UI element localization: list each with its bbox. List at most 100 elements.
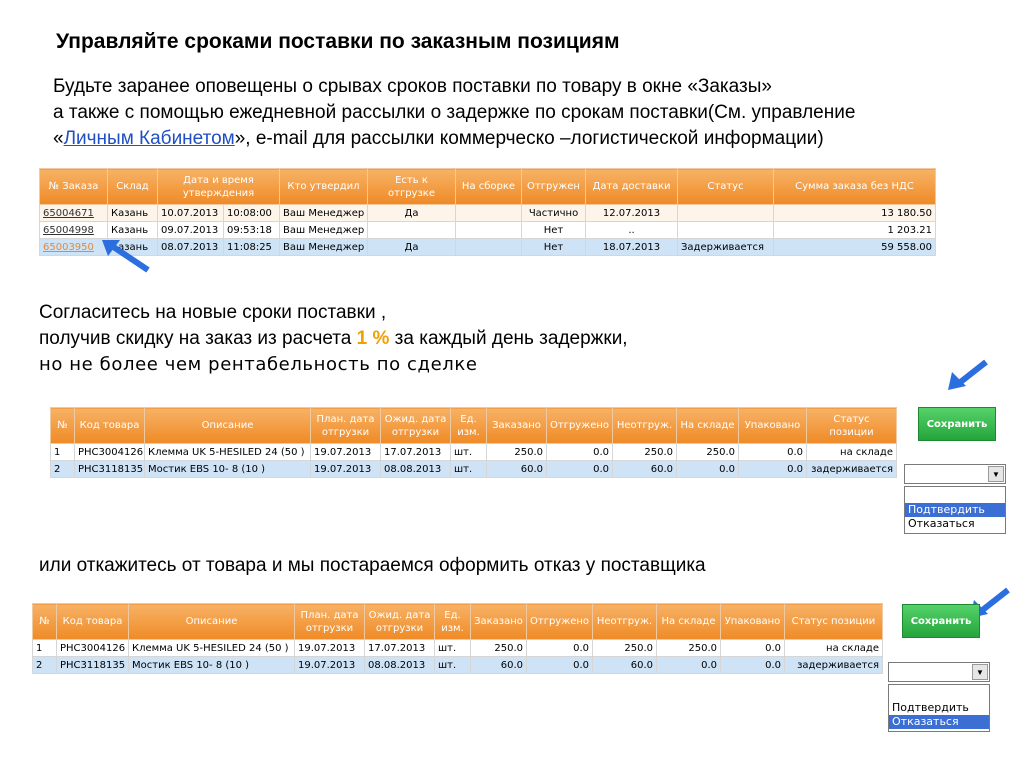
cell-ordered: 250.0 [486,443,547,461]
save-button[interactable]: Сохранить [918,407,996,441]
col-shipped[interactable]: Отгружен [521,168,586,205]
col-expected[interactable]: Ожид. дата отгрузки [380,407,451,444]
table-row-selected[interactable]: 65003950 Казань 08.07.2013 11:08:25 Ваш … [39,238,936,256]
status-options-list: Подтвердить Отказаться [888,684,990,732]
order-link[interactable]: 65004998 [43,225,94,236]
cell-n: 1 [32,639,57,657]
intro-line-1: Будьте заранее оповещены о срывах сроков… [53,76,772,97]
col-delivery-date[interactable]: Дата доставки [585,168,678,205]
col-n[interactable]: № [32,603,57,640]
cell-delivery: .. [585,221,678,239]
col-unit[interactable]: Ед. изм. [450,407,487,444]
cell-desc: Мостик EBS 10- 8 (10 ) [128,656,295,674]
cell-code: PHC3118135 [74,460,145,478]
col-n[interactable]: № [50,407,75,444]
cell-assembly [455,238,522,256]
col-plan[interactable]: План. дата отгрузки [294,603,365,640]
agree-line-3: но не более чем рентабельность по сделке [39,354,478,375]
cell-status: Задерживается [677,238,774,256]
col-notshipped[interactable]: Неотгруж. [592,603,657,640]
table-row-selected[interactable]: 2 PHC3118135 Мостик EBS 10- 8 (10 ) 19.0… [50,460,897,478]
col-code[interactable]: Код товара [56,603,129,640]
intro-text: Будьте заранее оповещены о срывах сроков… [53,74,855,152]
col-approved-by[interactable]: Кто утвердил [279,168,368,205]
cell-shipped: 0.0 [546,460,613,478]
cell-notshipped: 60.0 [612,460,677,478]
cell-n: 1 [50,443,75,461]
col-approved-datetime[interactable]: Дата и время утверждения [157,168,280,205]
status-select[interactable]: ▼ [904,464,1006,484]
col-packed[interactable]: Упаковано [720,603,785,640]
col-unit[interactable]: Ед. изм. [434,603,471,640]
cell-expected: 17.07.2013 [380,443,451,461]
arrow-pointer-icon [102,240,150,273]
cell-ready: Да [367,204,456,222]
cell-notshipped: 250.0 [592,639,657,657]
col-shipped[interactable]: Отгружено [526,603,593,640]
cell-desc: Клемма UK 5-HESILED 24 (50 ) [144,443,311,461]
col-packed[interactable]: Упаковано [738,407,807,444]
cell-item-status: задерживается [806,460,897,478]
table-row[interactable]: 65004998 Казань 09.07.2013 09:53:18 Ваш … [39,221,936,239]
save-button[interactable]: Сохранить [902,604,980,638]
cell-approved-by: Ваш Менеджер [279,221,368,239]
col-status[interactable]: Статус [677,168,774,205]
col-ready-to-ship[interactable]: Есть к отгрузке [367,168,456,205]
status-select[interactable]: ▼ [888,662,990,682]
col-item-status[interactable]: Статус позиции [806,407,897,444]
col-expected[interactable]: Ожид. дата отгрузки [364,603,435,640]
col-plan[interactable]: План. дата отгрузки [310,407,381,444]
cell-expected: 08.08.2013 [364,656,435,674]
table-row[interactable]: 1 PHC3004126 Клемма UK 5-HESILED 24 (50 … [50,443,897,461]
option-confirm[interactable]: Подтвердить [905,503,1005,517]
col-desc[interactable]: Описание [144,407,311,444]
col-stock[interactable]: На складе [676,407,739,444]
col-shipped[interactable]: Отгружено [546,407,613,444]
personal-cabinet-link[interactable]: Личным Кабинетом [64,128,235,149]
cell-assembly [455,204,522,222]
col-stock[interactable]: На складе [656,603,721,640]
cell-stock: 0.0 [676,460,739,478]
cell-plan: 19.07.2013 [294,639,365,657]
cell-stock: 0.0 [656,656,721,674]
table-row[interactable]: 1 PHC3004126 Клемма UK 5-HESILED 24 (50 … [32,639,883,657]
intro-line-3: «Личным Кабинетом», e-mail для рассылки … [53,128,824,149]
order-link[interactable]: 65003950 [43,242,94,253]
cell-stock: 250.0 [656,639,721,657]
cell-approved-by: Ваш Менеджер [279,238,368,256]
items-table-agree: № Код товара Описание План. дата отгрузк… [50,407,897,478]
cell-code: PHC3004126 [74,443,145,461]
items-table-refuse: № Код товара Описание План. дата отгрузк… [32,603,883,674]
col-order-sum[interactable]: Сумма заказа без НДС [773,168,936,205]
col-order-num[interactable]: № Заказа [39,168,108,205]
table-row[interactable]: 65004671 Казань 10.07.2013 10:08:00 Ваш … [39,204,936,222]
cell-unit: шт. [434,639,471,657]
cell-desc: Мостик EBS 10- 8 (10 ) [144,460,311,478]
col-code[interactable]: Код товара [74,407,145,444]
col-item-status[interactable]: Статус позиции [784,603,883,640]
cell-ordered: 250.0 [470,639,527,657]
discount-percent: 1 % [356,328,390,349]
col-warehouse[interactable]: Склад [107,168,158,205]
cell-time: 09:53:18 [223,221,280,239]
table-row-selected[interactable]: 2 PHC3118135 Мостик EBS 10- 8 (10 ) 19.0… [32,656,883,674]
order-link[interactable]: 65004671 [43,208,94,219]
cell-plan: 19.07.2013 [310,443,381,461]
cell-ready [367,221,456,239]
col-notshipped[interactable]: Неотгруж. [612,407,677,444]
option-confirm[interactable]: Подтвердить [889,701,989,715]
cell-shipped: Нет [521,238,586,256]
option-refuse[interactable]: Отказаться [889,715,989,729]
cell-plan: 19.07.2013 [310,460,381,478]
col-desc[interactable]: Описание [128,603,295,640]
cell-shipped: 0.0 [526,639,593,657]
option-refuse[interactable]: Отказаться [905,517,1005,531]
chevron-down-icon[interactable]: ▼ [988,466,1004,482]
cell-time: 11:08:25 [223,238,280,256]
cell-packed: 0.0 [720,639,785,657]
col-ordered[interactable]: Заказано [470,603,527,640]
col-ordered[interactable]: Заказано [486,407,547,444]
cell-date: 08.07.2013 [157,238,224,256]
col-in-assembly[interactable]: На сборке [455,168,522,205]
chevron-down-icon[interactable]: ▼ [972,664,988,680]
